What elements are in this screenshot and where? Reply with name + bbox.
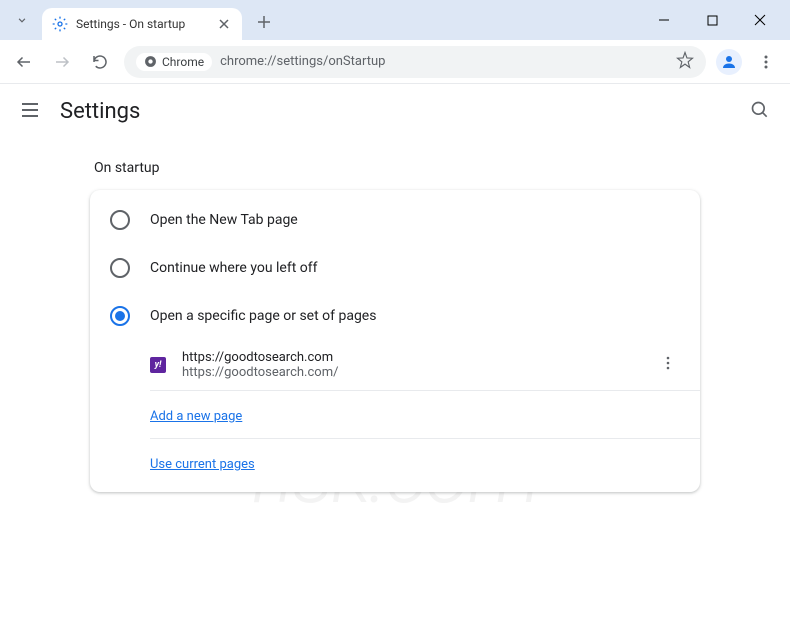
hamburger-menu-button[interactable] bbox=[20, 100, 40, 124]
page-info: https://goodtosearch.com https://goodtos… bbox=[182, 350, 656, 380]
radio-option-specific[interactable]: Open a specific page or set of pages bbox=[90, 292, 700, 340]
page-url-text: https://goodtosearch.com/ bbox=[182, 365, 656, 380]
browser-tab[interactable]: Settings - On startup bbox=[42, 8, 242, 40]
minimize-button[interactable] bbox=[650, 6, 678, 34]
back-button[interactable] bbox=[10, 48, 38, 76]
content-area: On startup Open the New Tab page Continu… bbox=[0, 140, 790, 492]
search-settings-button[interactable] bbox=[750, 100, 770, 124]
forward-button[interactable] bbox=[48, 48, 76, 76]
star-icon bbox=[676, 51, 694, 69]
site-chip-label: Chrome bbox=[162, 55, 204, 69]
startup-section: On startup Open the New Tab page Continu… bbox=[90, 160, 700, 492]
new-tab-button[interactable] bbox=[250, 8, 278, 36]
profile-icon bbox=[720, 53, 738, 71]
titlebar: Settings - On startup bbox=[0, 0, 790, 40]
toolbar: Chrome chrome://settings/onStartup bbox=[0, 40, 790, 84]
reload-button[interactable] bbox=[86, 48, 114, 76]
radio-label: Open the New Tab page bbox=[150, 212, 298, 228]
maximize-icon bbox=[707, 15, 718, 26]
chevron-down-icon bbox=[15, 13, 29, 27]
arrow-left-icon bbox=[15, 53, 33, 71]
site-chip[interactable]: Chrome bbox=[136, 53, 212, 71]
close-window-button[interactable] bbox=[746, 6, 774, 34]
radio-button[interactable] bbox=[110, 306, 130, 326]
radio-option-new-tab[interactable]: Open the New Tab page bbox=[90, 196, 700, 244]
profile-button[interactable] bbox=[716, 49, 742, 75]
radio-label: Open a specific page or set of pages bbox=[150, 308, 376, 324]
radio-label: Continue where you left off bbox=[150, 260, 318, 276]
settings-gear-icon bbox=[52, 16, 68, 32]
radio-button[interactable] bbox=[110, 258, 130, 278]
section-title: On startup bbox=[90, 160, 700, 176]
reload-icon bbox=[91, 53, 109, 71]
add-page-link[interactable]: Add a new page bbox=[150, 409, 242, 424]
tab-search-button[interactable] bbox=[8, 6, 36, 34]
page-title: Settings bbox=[60, 99, 140, 124]
arrow-right-icon bbox=[53, 53, 71, 71]
page-title-text: https://goodtosearch.com bbox=[182, 350, 656, 365]
page-favicon-icon: y! bbox=[150, 357, 166, 373]
hamburger-icon bbox=[20, 100, 40, 120]
url-text: chrome://settings/onStartup bbox=[220, 54, 668, 69]
use-current-row: Use current pages bbox=[150, 439, 700, 486]
search-icon bbox=[750, 100, 770, 120]
menu-button[interactable] bbox=[752, 48, 780, 76]
startup-pages-list: y! https://goodtosearch.com https://good… bbox=[90, 340, 700, 486]
startup-card: Open the New Tab page Continue where you… bbox=[90, 190, 700, 492]
tab-close-button[interactable] bbox=[216, 16, 232, 32]
startup-page-row: y! https://goodtosearch.com https://good… bbox=[150, 340, 700, 391]
bookmark-button[interactable] bbox=[676, 51, 694, 73]
radio-button[interactable] bbox=[110, 210, 130, 230]
plus-icon bbox=[257, 15, 271, 29]
tab-title: Settings - On startup bbox=[76, 17, 216, 31]
minimize-icon bbox=[658, 14, 670, 26]
chrome-logo-icon bbox=[144, 55, 157, 68]
add-page-row: Add a new page bbox=[150, 391, 700, 439]
settings-header: Settings bbox=[0, 84, 790, 140]
more-vertical-icon bbox=[660, 355, 676, 371]
close-icon bbox=[754, 14, 766, 26]
more-vertical-icon bbox=[758, 54, 774, 70]
maximize-button[interactable] bbox=[698, 6, 726, 34]
page-more-button[interactable] bbox=[656, 351, 680, 379]
address-bar[interactable]: Chrome chrome://settings/onStartup bbox=[124, 46, 706, 78]
close-icon bbox=[219, 19, 229, 29]
radio-option-continue[interactable]: Continue where you left off bbox=[90, 244, 700, 292]
use-current-link[interactable]: Use current pages bbox=[150, 457, 255, 472]
